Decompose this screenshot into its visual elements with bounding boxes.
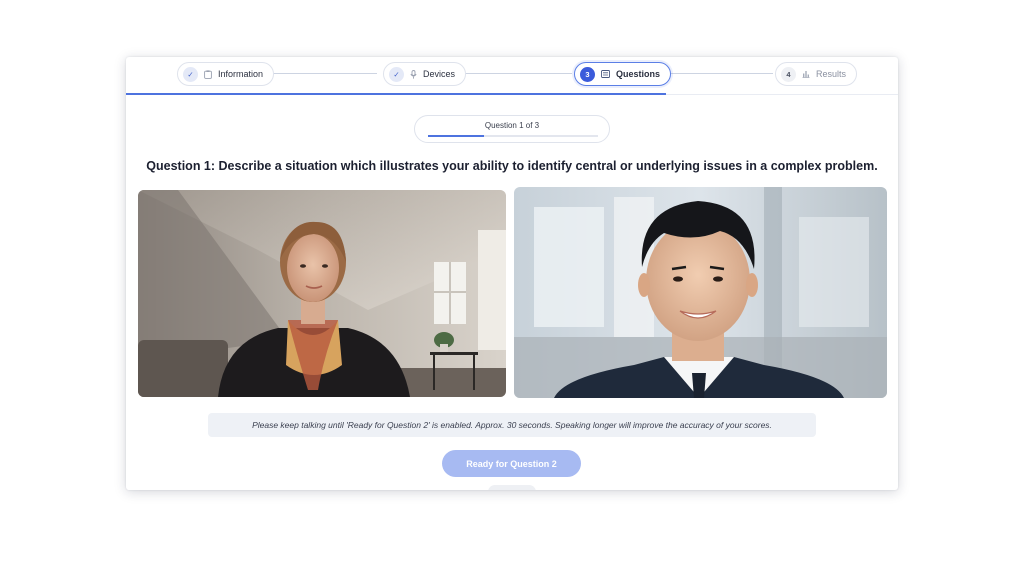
bar-chart-icon bbox=[802, 70, 810, 78]
step-label: Devices bbox=[423, 69, 456, 79]
stepper-connector bbox=[269, 73, 377, 74]
interviewer-video bbox=[138, 190, 506, 397]
progress-stepper: ✓ Information ✓ Devices 3 Questions 4 Re… bbox=[126, 57, 898, 95]
check-icon: ✓ bbox=[183, 66, 198, 82]
check-icon: ✓ bbox=[389, 66, 404, 82]
interview-card: ✓ Information ✓ Devices 3 Questions 4 Re… bbox=[126, 57, 898, 490]
microphone-icon bbox=[410, 69, 417, 79]
question-text: Question 1: Describe a situation which i… bbox=[146, 159, 878, 173]
step-number: 4 bbox=[781, 66, 796, 82]
question-counter: Question 1 of 3 bbox=[414, 115, 610, 143]
question-counter-label: Question 1 of 3 bbox=[484, 121, 540, 130]
step-label: Information bbox=[218, 69, 264, 79]
step-results[interactable]: 4 Results bbox=[775, 62, 858, 86]
stepper-connector bbox=[462, 73, 572, 74]
step-label: Questions bbox=[616, 69, 661, 79]
candidate-video bbox=[514, 187, 887, 398]
clipboard-icon bbox=[204, 69, 212, 79]
list-icon bbox=[601, 70, 610, 78]
step-label: Results bbox=[816, 69, 847, 79]
step-devices[interactable]: ✓ Devices bbox=[383, 62, 467, 86]
ready-for-next-question-button[interactable]: Ready for Question 2 bbox=[442, 450, 581, 477]
step-information[interactable]: ✓ Information bbox=[177, 62, 275, 86]
stepper-progress-bar bbox=[126, 93, 666, 95]
secondary-control[interactable] bbox=[488, 485, 536, 490]
talking-hint: Please keep talking until 'Ready for Que… bbox=[208, 413, 816, 437]
step-questions[interactable]: 3 Questions bbox=[574, 62, 672, 86]
stepper-connector bbox=[661, 73, 773, 74]
question-progress-fill bbox=[428, 135, 485, 137]
step-number: 3 bbox=[580, 66, 595, 82]
